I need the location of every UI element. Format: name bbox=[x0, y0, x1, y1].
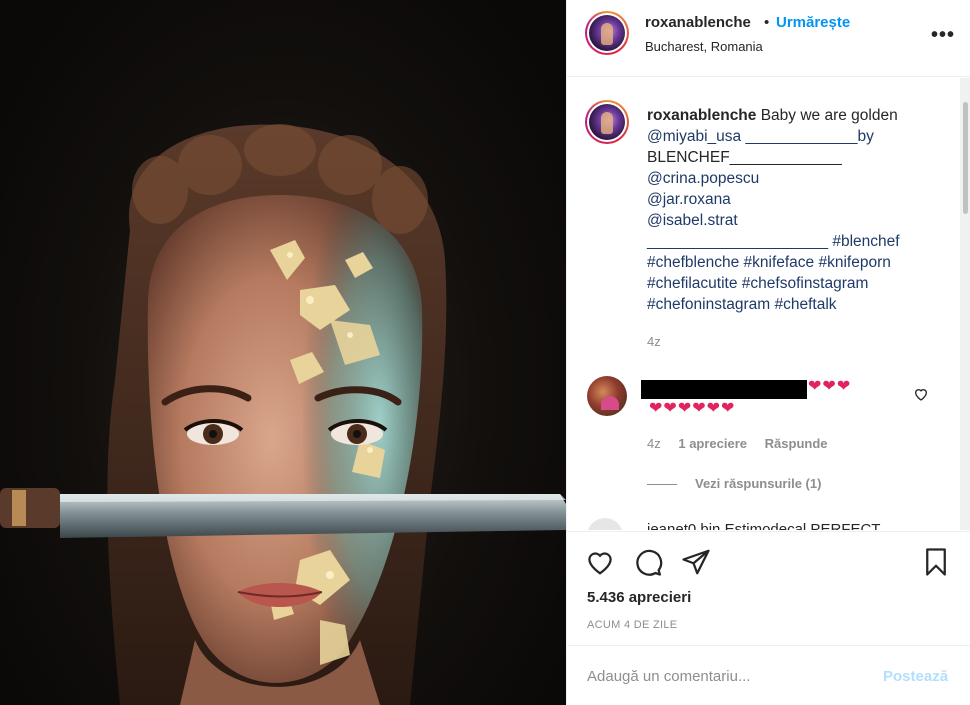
post-photo[interactable] bbox=[0, 0, 566, 705]
likes-count[interactable]: 5.436 aprecieri bbox=[587, 589, 691, 606]
caption-username[interactable]: roxanablenche bbox=[647, 107, 756, 124]
comment-time[interactable]: 4z bbox=[647, 436, 661, 451]
save-bookmark-icon[interactable] bbox=[921, 547, 951, 577]
caption-time[interactable]: 4z bbox=[647, 334, 661, 349]
portrait-illustration bbox=[0, 124, 566, 705]
like-heart-icon[interactable] bbox=[585, 547, 615, 577]
author-username[interactable]: roxanablenche bbox=[645, 14, 751, 31]
replies-divider bbox=[647, 484, 677, 485]
share-send-icon[interactable] bbox=[681, 547, 711, 577]
caption-line: BLENCHEF_____________ bbox=[647, 149, 842, 166]
caption-mention[interactable]: @crina.popescu bbox=[647, 168, 947, 189]
caption-author-avatar[interactable] bbox=[585, 100, 629, 144]
post-header: roxanablenche • Urmărește Bucharest, Rom… bbox=[567, 0, 970, 77]
post-time-ago[interactable]: ACUM 4 DE ZILE bbox=[587, 619, 677, 631]
more-options-icon[interactable]: ••• bbox=[931, 24, 955, 47]
comment-text: jeanet0 bin Estimodecal PERFECT bbox=[647, 521, 881, 530]
scrollbar-thumb[interactable] bbox=[963, 102, 968, 214]
caption-hashtags[interactable]: _____________________ #blenchef bbox=[647, 231, 947, 252]
caption-first-line: Baby we are golden bbox=[760, 107, 898, 124]
caption-hashtags[interactable]: #chefilacutite #chefsofinstagram bbox=[647, 273, 947, 294]
commenter-avatar[interactable] bbox=[587, 376, 627, 416]
comment-like-heart-icon[interactable] bbox=[913, 386, 929, 402]
commenter-avatar[interactable] bbox=[587, 518, 623, 530]
add-comment-row: Postează bbox=[567, 645, 970, 705]
redacted-username bbox=[641, 380, 807, 399]
location-link[interactable]: Bucharest, Romania bbox=[645, 39, 763, 54]
add-comment-input[interactable] bbox=[587, 668, 867, 685]
caption-hashtags[interactable]: #chefblenche #knifeface #knifeporn bbox=[647, 252, 947, 273]
post-comment-button[interactable]: Postează bbox=[883, 668, 948, 685]
reply-button[interactable]: Răspunde bbox=[765, 436, 828, 451]
caption-mention[interactable]: @jar.roxana bbox=[647, 189, 947, 210]
comment-hearts: ❤❤❤❤❤❤ bbox=[649, 400, 736, 417]
comment-likes[interactable]: 1 apreciere bbox=[678, 436, 747, 451]
post-actions: 5.436 aprecieri ACUM 4 DE ZILE Postează bbox=[567, 531, 970, 705]
caption-line[interactable]: @miyabi_usa _____________by bbox=[647, 126, 947, 147]
comments-section: roxanablenche Baby we are golden @miyabi… bbox=[567, 78, 970, 530]
caption: roxanablenche Baby we are golden @miyabi… bbox=[647, 105, 947, 352]
author-avatar[interactable] bbox=[585, 11, 629, 55]
caption-hashtags[interactable]: #chefoninstagram #cheftalk bbox=[647, 294, 947, 315]
comment-bubble-icon[interactable] bbox=[633, 547, 663, 577]
follow-button[interactable]: Urmărește bbox=[776, 14, 850, 31]
follow-separator: • bbox=[764, 14, 770, 31]
caption-mention[interactable]: @isabel.strat bbox=[647, 210, 947, 231]
post-side-panel: roxanablenche • Urmărește Bucharest, Rom… bbox=[566, 0, 970, 705]
comment-meta: 4z 1 apreciere Răspunde bbox=[647, 436, 828, 451]
comment-hearts: ❤❤❤ bbox=[808, 378, 852, 395]
view-replies-button[interactable]: Vezi răspunsurile (1) bbox=[695, 476, 821, 491]
